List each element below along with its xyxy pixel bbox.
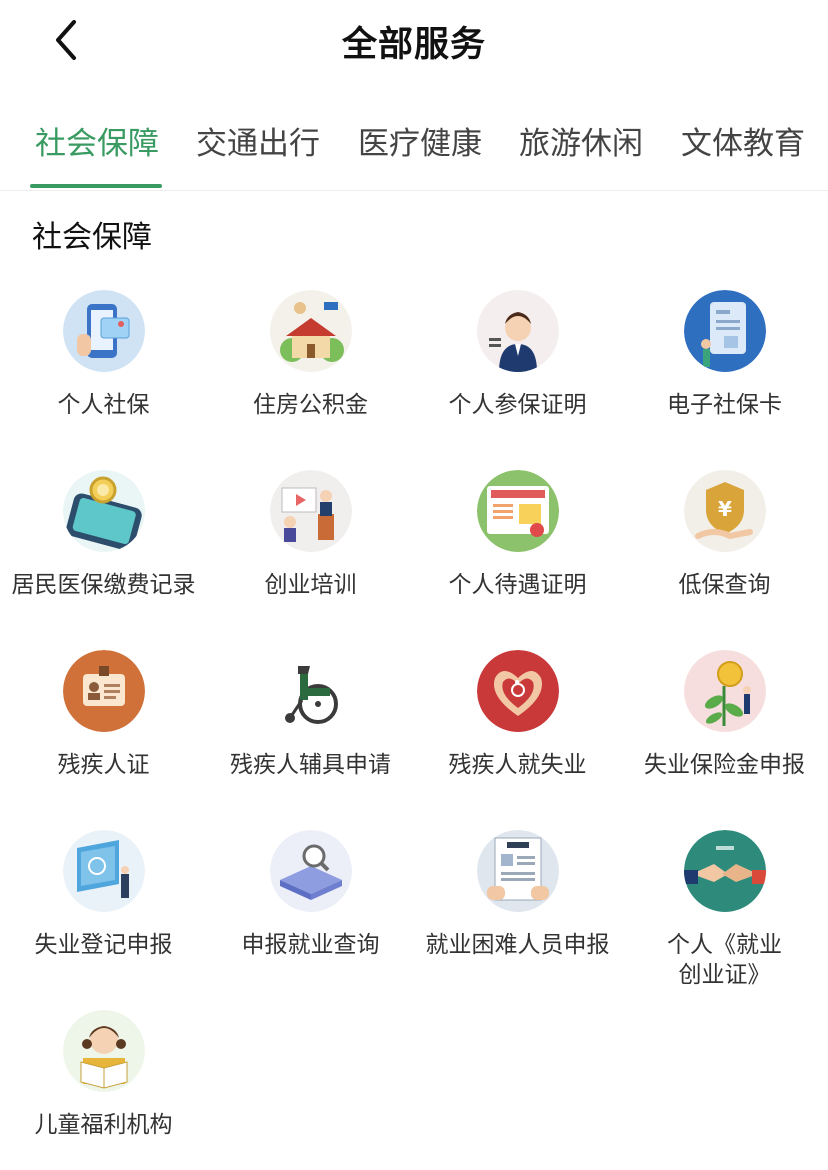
service-label: 就业困难人员申报 bbox=[425, 932, 610, 958]
house-icon bbox=[270, 290, 352, 372]
search-platform-icon bbox=[270, 830, 352, 912]
service-assistive-device-application[interactable]: 残疾人辅具申请 bbox=[207, 630, 414, 810]
service-entrepreneur-training[interactable]: 创业培训 bbox=[207, 450, 414, 630]
service-label: 低保查询 bbox=[678, 572, 771, 598]
service-unemployment-insurance-claim[interactable]: 失业保险金申报 bbox=[621, 630, 828, 810]
service-minimum-living-allowance[interactable]: ¥ 低保查询 bbox=[621, 450, 828, 630]
register-screen-icon bbox=[63, 830, 145, 912]
badge-card-icon bbox=[63, 650, 145, 732]
service-employment-query[interactable]: 申报就业查询 bbox=[207, 810, 414, 990]
service-housing-fund[interactable]: 住房公积金 bbox=[207, 270, 414, 450]
id-card-icon bbox=[684, 290, 766, 372]
service-label: 居民医保缴费记录 bbox=[11, 572, 196, 598]
service-label: 失业保险金申报 bbox=[644, 752, 805, 778]
service-label: 电子社保卡 bbox=[667, 392, 782, 418]
service-label: 个人《就业 创业证》 bbox=[667, 932, 782, 988]
service-benefit-certificate[interactable]: 个人待遇证明 bbox=[414, 450, 621, 630]
magnifier-phone-icon bbox=[63, 470, 145, 552]
category-tabs: 社会保障 交通出行 医疗健康 旅游休闲 文体教育 bbox=[0, 100, 828, 191]
service-label: 个人待遇证明 bbox=[448, 572, 587, 598]
wheelchair-icon bbox=[270, 650, 352, 732]
service-employment-difficulty-declaration[interactable]: 就业困难人员申报 bbox=[414, 810, 621, 990]
tab-medical[interactable]: 医疗健康 bbox=[353, 118, 487, 163]
presentation-icon bbox=[270, 470, 352, 552]
service-medical-payment-records[interactable]: 居民医保缴费记录 bbox=[0, 450, 207, 630]
section-title: 社会保障 bbox=[32, 220, 152, 255]
service-label: 儿童福利机构 bbox=[34, 1112, 173, 1138]
coin-plant-icon bbox=[684, 650, 766, 732]
service-label: 残疾人就失业 bbox=[448, 752, 587, 778]
service-label: 失业登记申报 bbox=[34, 932, 173, 958]
service-electronic-card[interactable]: 电子社保卡 bbox=[621, 270, 828, 450]
service-insurance-certificate[interactable]: 个人参保证明 bbox=[414, 270, 621, 450]
top-bar: 全部服务 bbox=[0, 0, 828, 80]
resume-icon bbox=[477, 830, 559, 912]
page-title: 全部服务 bbox=[341, 25, 486, 65]
yuan-shield-icon: ¥ bbox=[684, 470, 766, 552]
active-tab-indicator bbox=[30, 184, 162, 188]
tab-travel[interactable]: 旅游休闲 bbox=[514, 118, 648, 163]
service-label: 个人社保 bbox=[57, 392, 150, 418]
service-disability-certificate[interactable]: 残疾人证 bbox=[0, 630, 207, 810]
service-label: 残疾人辅具申请 bbox=[230, 752, 391, 778]
handshake-icon bbox=[684, 830, 766, 912]
phone-card-icon bbox=[63, 290, 145, 372]
tab-education[interactable]: 文体教育 bbox=[676, 118, 810, 163]
certificate-icon bbox=[477, 470, 559, 552]
service-label: 申报就业查询 bbox=[241, 932, 380, 958]
service-label: 创业培训 bbox=[264, 572, 357, 598]
service-disabled-employment[interactable]: 残疾人就失业 bbox=[414, 630, 621, 810]
service-label: 住房公积金 bbox=[253, 392, 368, 418]
service-unemployment-registration[interactable]: 失业登记申报 bbox=[0, 810, 207, 990]
tab-social-security[interactable]: 社会保障 bbox=[30, 118, 164, 163]
heart-hands-icon bbox=[477, 650, 559, 732]
service-label: 残疾人证 bbox=[57, 752, 150, 778]
service-personal-social-security[interactable]: 个人社保 bbox=[0, 270, 207, 450]
svg-text:¥: ¥ bbox=[718, 497, 732, 521]
officer-icon bbox=[477, 290, 559, 372]
tab-transport[interactable]: 交通出行 bbox=[191, 118, 325, 163]
service-label: 个人参保证明 bbox=[448, 392, 587, 418]
child-reading-icon bbox=[63, 1010, 145, 1092]
service-employment-entrepreneurship-certificate[interactable]: 个人《就业 创业证》 bbox=[621, 810, 828, 990]
service-child-welfare-institution[interactable]: 儿童福利机构 bbox=[0, 990, 207, 1170]
